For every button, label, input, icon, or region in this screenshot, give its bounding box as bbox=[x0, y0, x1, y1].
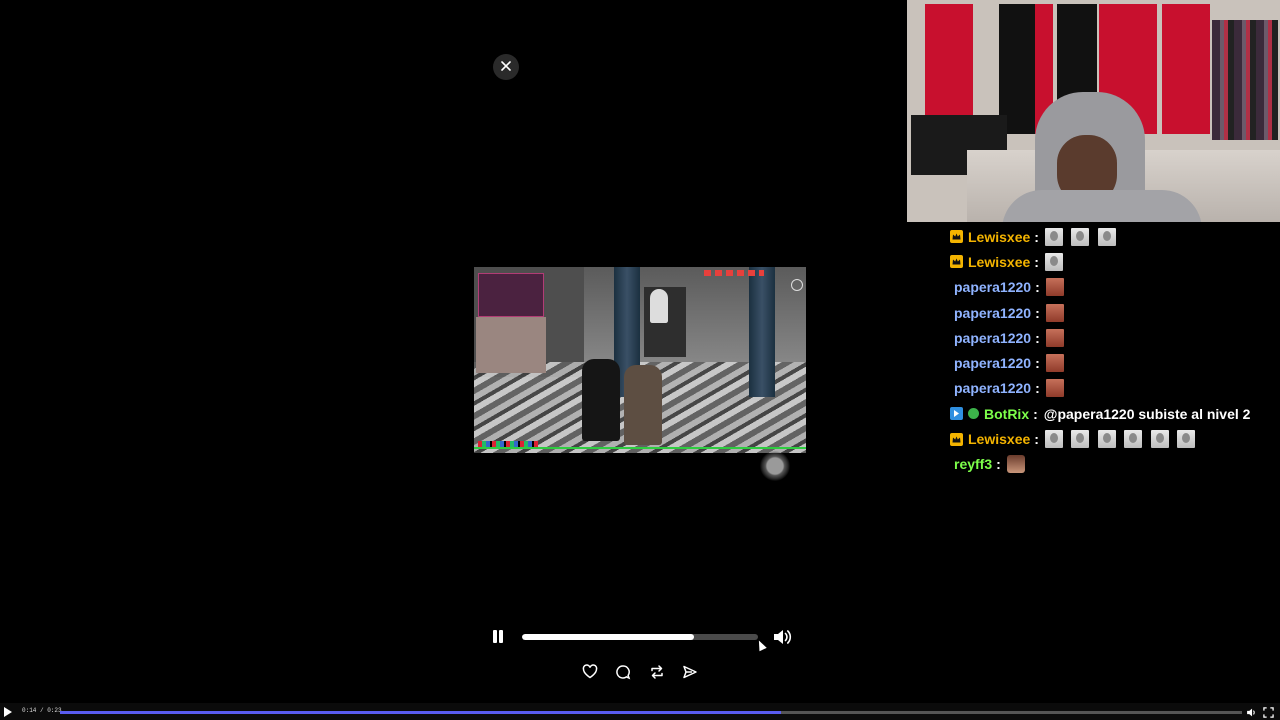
chat-message: reyff3: bbox=[950, 452, 1270, 477]
chat-emote bbox=[1150, 430, 1169, 449]
bot-badge-icon bbox=[950, 407, 963, 421]
chat-separator: : bbox=[1035, 279, 1040, 296]
webcam-clothes-rack bbox=[1212, 20, 1278, 140]
chat-separator: : bbox=[1034, 253, 1039, 270]
chat-emote bbox=[1044, 430, 1063, 449]
heart-icon bbox=[582, 664, 598, 684]
chat-message-text: @papera1220 subiste al nivel 2 bbox=[1043, 405, 1251, 422]
action-bar bbox=[580, 664, 700, 684]
outer-fullscreen-button[interactable] bbox=[1263, 707, 1274, 718]
chat-username[interactable]: Lewisxee bbox=[968, 431, 1030, 447]
chat-username[interactable]: papera1220 bbox=[954, 380, 1031, 396]
chat-username[interactable]: Lewisxee bbox=[968, 254, 1030, 270]
volume-icon bbox=[1247, 708, 1255, 717]
seek-bar[interactable] bbox=[522, 634, 758, 640]
crown-badge-icon bbox=[950, 255, 963, 269]
chat-message: papera1220: bbox=[950, 300, 1270, 325]
chat-emote bbox=[1044, 227, 1063, 246]
chat-username[interactable]: papera1220 bbox=[954, 330, 1031, 346]
volume-icon bbox=[772, 630, 792, 651]
chat-message: papera1220: bbox=[950, 376, 1270, 401]
share-button[interactable] bbox=[680, 664, 700, 684]
chat-emote bbox=[1045, 379, 1064, 398]
video-frame[interactable] bbox=[474, 267, 806, 453]
chat-separator: : bbox=[996, 456, 1001, 473]
streamer-webcam bbox=[907, 0, 1280, 222]
chat-emote bbox=[1045, 303, 1064, 322]
chat-username[interactable]: BotRix bbox=[984, 406, 1029, 422]
close-button[interactable] bbox=[493, 54, 519, 80]
close-icon bbox=[501, 58, 511, 76]
comment-button[interactable] bbox=[613, 664, 633, 684]
fullscreen-icon bbox=[1263, 707, 1274, 718]
chat-message: papera1220: bbox=[950, 325, 1270, 350]
volume-button[interactable] bbox=[772, 627, 792, 647]
chat-emote bbox=[1177, 430, 1196, 449]
chat-separator: : bbox=[1033, 405, 1038, 422]
video-streamer-face bbox=[476, 317, 546, 373]
chat-message: BotRix: @papera1220 subiste al nivel 2 bbox=[950, 401, 1270, 426]
outer-seek-progress bbox=[60, 711, 782, 714]
chat-separator: : bbox=[1035, 380, 1040, 397]
pause-button[interactable] bbox=[490, 629, 506, 645]
comment-icon bbox=[615, 664, 631, 685]
chat-emote bbox=[1071, 430, 1090, 449]
chat-emote bbox=[1045, 354, 1064, 373]
crown-badge-icon bbox=[950, 432, 963, 446]
repost-icon bbox=[649, 664, 665, 685]
like-button[interactable] bbox=[580, 664, 600, 684]
chat-separator: : bbox=[1035, 329, 1040, 346]
repost-button[interactable] bbox=[647, 664, 667, 684]
chat-message: Lewisxee: bbox=[950, 224, 1270, 249]
video-scene-column bbox=[749, 267, 775, 397]
touch-indicator bbox=[760, 451, 790, 481]
outer-time-display: 0:14 / 0:23 bbox=[22, 707, 62, 714]
chat-separator: : bbox=[1034, 228, 1039, 245]
outer-player-bar: 0:14 / 0:23 bbox=[0, 703, 1280, 720]
chat-emote bbox=[1045, 328, 1064, 347]
outer-seek-bar[interactable] bbox=[60, 711, 1242, 714]
webcam-curtain bbox=[1162, 4, 1210, 134]
chat-username[interactable]: papera1220 bbox=[954, 279, 1031, 295]
chat-emote bbox=[1097, 430, 1116, 449]
video-scene-person bbox=[582, 359, 620, 441]
chat-emote bbox=[1097, 227, 1116, 246]
video-hud-bar bbox=[474, 447, 806, 449]
video-hud-compass bbox=[791, 279, 803, 291]
chat-username[interactable]: reyff3 bbox=[954, 456, 992, 472]
chat-emote bbox=[1071, 227, 1090, 246]
chat-message: papera1220: bbox=[950, 275, 1270, 300]
chat-separator: : bbox=[1034, 431, 1039, 448]
player-controls bbox=[488, 622, 798, 652]
chat-emote bbox=[1006, 455, 1025, 474]
chat-emote bbox=[1044, 252, 1063, 271]
chat-emote bbox=[1045, 278, 1064, 297]
chat-username[interactable]: papera1220 bbox=[954, 305, 1031, 321]
crown-badge-icon bbox=[950, 230, 963, 244]
chat-username[interactable]: papera1220 bbox=[954, 355, 1031, 371]
video-streamer-cam bbox=[478, 273, 544, 317]
chat-username[interactable]: Lewisxee bbox=[968, 229, 1030, 245]
chat-separator: : bbox=[1035, 355, 1040, 372]
chat-separator: : bbox=[1035, 304, 1040, 321]
chat-message: Lewisxee: bbox=[950, 426, 1270, 451]
chat-emote bbox=[1124, 430, 1143, 449]
webcam-streamer-body bbox=[1002, 190, 1202, 222]
video-scene-person bbox=[650, 289, 668, 323]
chat-message: papera1220: bbox=[950, 350, 1270, 375]
share-icon bbox=[682, 664, 698, 685]
video-hud-status bbox=[704, 270, 764, 276]
outer-volume-button[interactable] bbox=[1246, 707, 1257, 718]
chat-message: Lewisxee: bbox=[950, 249, 1270, 274]
outer-bar-icons bbox=[1246, 707, 1274, 718]
chat-panel: Lewisxee: Lewisxee: papera1220: papera1220:… bbox=[950, 224, 1270, 477]
seek-progress bbox=[522, 634, 695, 640]
verified-badge-icon bbox=[968, 408, 979, 420]
outer-play-button[interactable] bbox=[4, 707, 12, 717]
video-scene-person bbox=[624, 365, 662, 445]
